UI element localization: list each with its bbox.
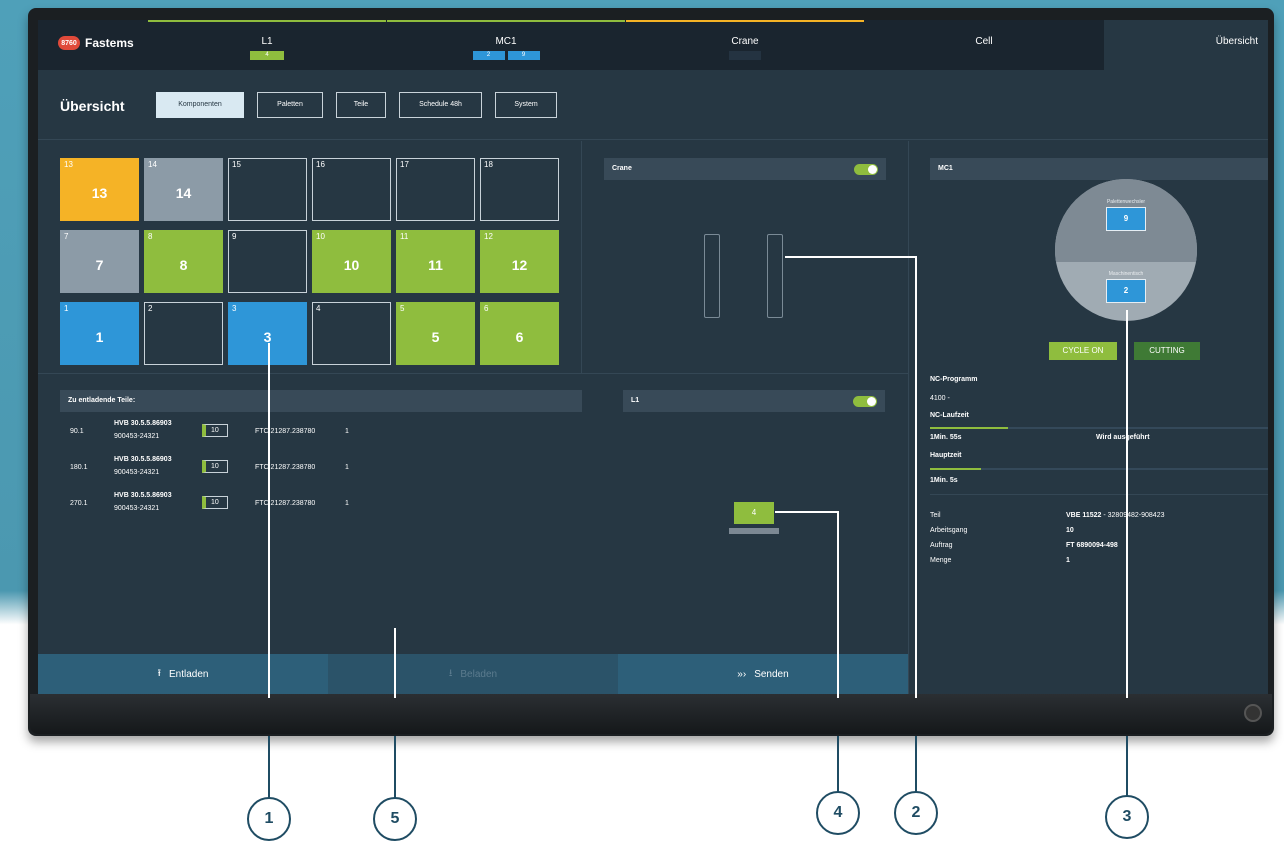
annotation-lines	[268, 256, 1128, 800]
callout-2-line-on-screen	[785, 256, 917, 698]
callout-5: 5	[373, 797, 417, 841]
callout-4: 4	[816, 791, 860, 835]
callout-2: 2	[894, 791, 938, 835]
callout-3: 3	[1105, 795, 1149, 839]
callout-4-line-on-screen	[775, 511, 839, 698]
callout-1: 1	[247, 797, 291, 841]
